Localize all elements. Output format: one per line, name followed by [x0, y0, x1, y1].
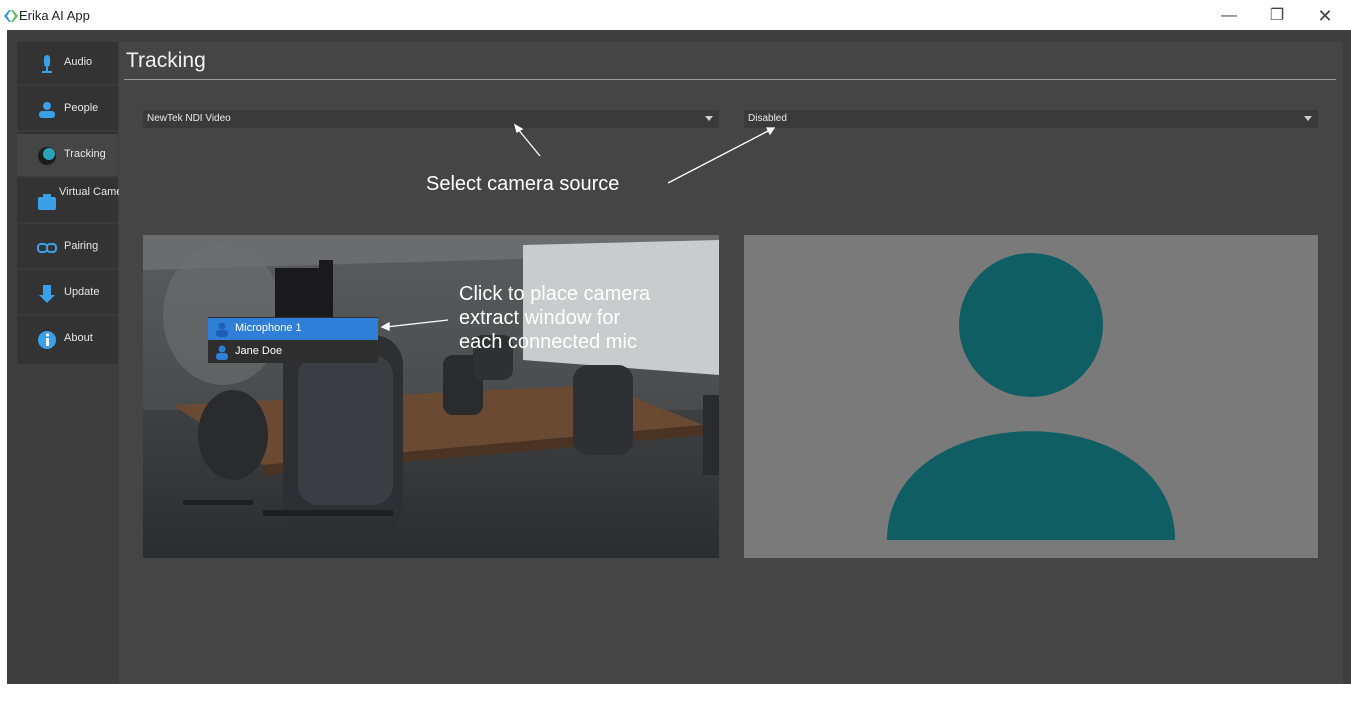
sidebar-item-update[interactable]: Update	[17, 272, 118, 316]
sidebar-item-label: Pairing	[64, 240, 99, 252]
sidebar-item-about[interactable]: About	[17, 318, 118, 362]
annotation-click-to-place: Click to place camera extract window for…	[459, 282, 650, 354]
sidebar-item-virtual-camera[interactable]: Virtual Camera	[17, 180, 133, 224]
sidebar-item-label: Virtual Camera	[59, 186, 133, 198]
restore-icon[interactable]: ❐	[1257, 4, 1297, 28]
close-icon[interactable]: ✕	[1305, 4, 1345, 28]
person-icon	[216, 345, 228, 360]
person-icon	[216, 322, 228, 337]
sidebar-item-label: About	[64, 332, 93, 344]
mic-menu-label: Microphone 1	[235, 322, 302, 334]
page-title: Tracking	[126, 49, 206, 72]
app-logo-icon	[4, 10, 18, 22]
sidebar-item-tracking[interactable]: Tracking	[17, 134, 118, 178]
tracking-icon	[38, 147, 56, 165]
microphone-icon	[42, 55, 52, 73]
mic-menu: Microphone 1 Jane Doe	[208, 317, 378, 363]
person-placeholder-icon	[887, 253, 1175, 540]
update-icon	[39, 285, 55, 303]
camera-source-select[interactable]: NewTek NDI Video	[143, 110, 719, 128]
frame-bottom	[7, 684, 1351, 702]
camera-icon	[38, 194, 56, 210]
sidebar-item-label: Update	[64, 286, 100, 298]
second-source-value: Disabled	[748, 113, 787, 124]
sidebar-item-label: People	[64, 102, 99, 114]
minimize-icon[interactable]: —	[1209, 4, 1249, 28]
sidebar-item-label: Tracking	[64, 148, 106, 160]
sidebar-item-audio[interactable]: Audio	[17, 42, 118, 86]
annotation-line: extract window for	[459, 307, 621, 329]
chevron-down-icon	[705, 116, 713, 121]
chevron-down-icon	[1304, 116, 1312, 121]
sidebar-item-pairing[interactable]: Pairing	[17, 226, 118, 270]
sidebar-item-people[interactable]: People	[17, 88, 118, 132]
camera-extract-preview	[744, 235, 1318, 558]
link-icon	[37, 243, 57, 253]
title-divider	[124, 79, 1336, 80]
annotation-select-camera: Select camera source	[426, 173, 620, 195]
sidebar: Audio People Tracking Virtual Camera Pai…	[17, 42, 133, 364]
annotation-line: Click to place camera	[459, 283, 651, 305]
app-title: Erika AI App	[19, 8, 90, 23]
annotation-line: each connected mic	[459, 331, 637, 353]
info-icon	[38, 331, 56, 349]
people-icon	[39, 102, 55, 118]
mic-menu-item-microphone-1[interactable]: Microphone 1	[208, 318, 378, 340]
sidebar-item-label: Audio	[64, 56, 93, 68]
mic-menu-label: Jane Doe	[235, 345, 283, 357]
title-bar: Erika AI App — ❐ ✕	[0, 0, 1351, 30]
mic-menu-item-jane-doe[interactable]: Jane Doe	[208, 341, 378, 363]
camera-source-value: NewTek NDI Video	[147, 113, 231, 124]
second-source-select[interactable]: Disabled	[744, 110, 1318, 128]
